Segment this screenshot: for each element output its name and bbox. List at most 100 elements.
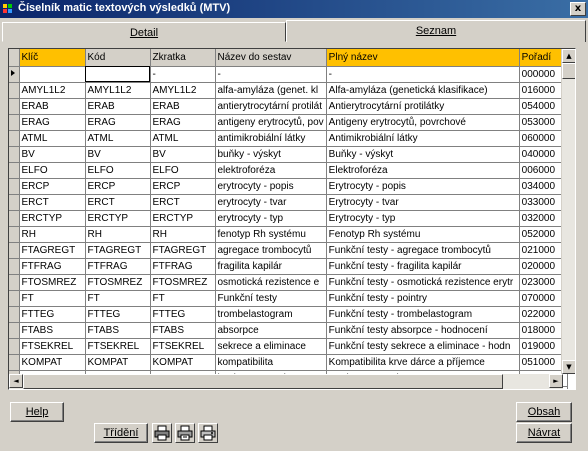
- cell[interactable]: FTOSMREZ: [19, 274, 86, 291]
- cell[interactable]: absorpce: [215, 322, 327, 339]
- table-row[interactable]: FT FT FT Funkční testy Funkční testy - point…: [9, 290, 568, 307]
- cell[interactable]: Elektroforéza: [326, 162, 520, 179]
- cell[interactable]: ERAB: [19, 98, 86, 115]
- cell[interactable]: [85, 66, 151, 83]
- cell[interactable]: ERAB: [85, 98, 151, 115]
- cell[interactable]: FTTEG: [85, 306, 151, 323]
- cell[interactable]: ERCTYP: [150, 210, 216, 227]
- cell[interactable]: ELFO: [85, 162, 151, 179]
- cell[interactable]: trombelastogram: [215, 306, 327, 323]
- cell[interactable]: antigeny erytrocytů, pov: [215, 114, 327, 131]
- cell[interactable]: ERCT: [19, 194, 86, 211]
- cell[interactable]: alfa-amyláza (genet. kl: [215, 82, 327, 99]
- table-row[interactable]: KOMPAT KOMPAT KOMPAT kompatibilita Kompatibi…: [9, 354, 568, 371]
- table-row[interactable]: ERAB ERAB ERAB antierytrocytární protilát An…: [9, 98, 568, 115]
- cell[interactable]: FT: [85, 290, 151, 307]
- cell[interactable]: 051000: [519, 354, 568, 371]
- cell[interactable]: FTFRAG: [150, 258, 216, 275]
- cell[interactable]: FTABS: [85, 322, 151, 339]
- cell[interactable]: 019000: [519, 338, 568, 355]
- cell[interactable]: Funkční testy - osmotická rezistence ery…: [326, 274, 520, 291]
- scroll-up-button[interactable]: ▲: [562, 49, 575, 63]
- cell[interactable]: Funkční testy - fragilita kapilár: [326, 258, 520, 275]
- cell[interactable]: -: [326, 66, 520, 83]
- cell[interactable]: FTAGREGT: [19, 242, 86, 259]
- cell[interactable]: FTSEKREL: [19, 338, 86, 355]
- cell[interactable]: erytrocyty - tvar: [215, 194, 327, 211]
- cell[interactable]: FTFRAG: [19, 258, 86, 275]
- cell[interactable]: RH: [85, 226, 151, 243]
- cell[interactable]: KOMPAT: [85, 354, 151, 371]
- cell[interactable]: -: [150, 66, 216, 83]
- scroll-left-button[interactable]: ◄: [9, 374, 23, 388]
- sort-button[interactable]: Třídění: [94, 423, 148, 443]
- vertical-scroll-thumb[interactable]: [562, 63, 575, 79]
- cell[interactable]: 022000: [519, 306, 568, 323]
- cell[interactable]: 060000: [519, 130, 568, 147]
- column-header-plny-nazev[interactable]: Plný název: [326, 49, 520, 67]
- cell[interactable]: ERCTYP: [85, 210, 151, 227]
- column-header-nazev[interactable]: Název do sestav: [215, 49, 327, 67]
- table-row[interactable]: FTTEG FTTEG FTTEG trombelastogram Funkční te…: [9, 306, 568, 323]
- cell[interactable]: -: [215, 66, 327, 83]
- cell[interactable]: FTFRAG: [85, 258, 151, 275]
- cell[interactable]: 021000: [519, 242, 568, 259]
- cell[interactable]: ATML: [85, 130, 151, 147]
- cell[interactable]: Buňky - výskyt: [326, 146, 520, 163]
- cell[interactable]: 054000: [519, 98, 568, 115]
- scroll-down-button[interactable]: ▼: [562, 360, 575, 374]
- table-row[interactable]: FTOSMREZ FTOSMREZ FTOSMREZ osmotická rezist…: [9, 274, 568, 291]
- cell[interactable]: sekrece a eliminace: [215, 338, 327, 355]
- cell[interactable]: ELFO: [19, 162, 86, 179]
- cell[interactable]: FTAGREGT: [85, 242, 151, 259]
- cell[interactable]: ERCTYP: [19, 210, 86, 227]
- cell[interactable]: FTTEG: [150, 306, 216, 323]
- cell[interactable]: ELFO: [150, 162, 216, 179]
- cell[interactable]: ERCT: [85, 194, 151, 211]
- help-button[interactable]: Help: [10, 402, 64, 422]
- cell[interactable]: ERCP: [19, 178, 86, 195]
- horizontal-scrollbar[interactable]: ◄ ►: [9, 374, 563, 389]
- table-row[interactable]: FTABS FTABS FTABS absorpce Funkční testy abs…: [9, 322, 568, 339]
- cell[interactable]: Funkční testy - agregace trombocytů: [326, 242, 520, 259]
- cell[interactable]: 033000: [519, 194, 568, 211]
- cell[interactable]: osmotická rezistence e: [215, 274, 327, 291]
- table-row[interactable]: RH RH RH fenotyp Rh systému Fenotyp Rh systé…: [9, 226, 568, 243]
- cell[interactable]: fragilita kapilár: [215, 258, 327, 275]
- cell[interactable]: BV: [150, 146, 216, 163]
- new-record-row[interactable]: - - - 000000: [9, 66, 568, 83]
- table-row[interactable]: ELFO ELFO ELFO elektroforéza Elektroforéza 00…: [9, 162, 568, 179]
- cell[interactable]: ERAG: [85, 114, 151, 131]
- cell[interactable]: antimikrobiální látky: [215, 130, 327, 147]
- cell[interactable]: KOMPAT: [19, 354, 86, 371]
- cell[interactable]: 052000: [519, 226, 568, 243]
- cell[interactable]: FT: [19, 290, 86, 307]
- table-row[interactable]: ERCP ERCP ERCP erytrocyty - popis Erytrocyty…: [9, 178, 568, 195]
- cell[interactable]: Funkční testy - pointry: [326, 290, 520, 307]
- cell[interactable]: FTABS: [150, 322, 216, 339]
- cell[interactable]: Funkční testy - trombelastogram: [326, 306, 520, 323]
- cell[interactable]: BV: [85, 146, 151, 163]
- cell[interactable]: 053000: [519, 114, 568, 131]
- cell[interactable]: Erytrocyty - tvar: [326, 194, 520, 211]
- column-header-klic[interactable]: Klíč: [19, 49, 86, 67]
- cell[interactable]: erytrocyty - popis: [215, 178, 327, 195]
- cell[interactable]: Alfa-amyláza (genetická klasifikace): [326, 82, 520, 99]
- cell[interactable]: Funkční testy absorpce - hodnocení: [326, 322, 520, 339]
- cell[interactable]: antierytrocytární protilát: [215, 98, 327, 115]
- cell[interactable]: 023000: [519, 274, 568, 291]
- tab-detail[interactable]: Detail: [2, 22, 286, 42]
- table-row[interactable]: FTSEKREL FTSEKREL FTSEKREL sekrece a elimin…: [9, 338, 568, 355]
- cell[interactable]: ATML: [150, 130, 216, 147]
- column-header-zkratka[interactable]: Zkratka: [150, 49, 216, 67]
- cell[interactable]: KOMPAT: [150, 354, 216, 371]
- cell[interactable]: AMYL1L2: [19, 82, 86, 99]
- cell[interactable]: Funkční testy sekrece a eliminace - hodn: [326, 338, 520, 355]
- cell[interactable]: 016000: [519, 82, 568, 99]
- table-row[interactable]: AMYL1L2 AMYL1L2 AMYL1L2 alfa-amyláza (genet…: [9, 82, 568, 99]
- cell[interactable]: RH: [150, 226, 216, 243]
- table-row[interactable]: FTFRAG FTFRAG FTFRAG fragilita kapilár Funkč…: [9, 258, 568, 275]
- cell[interactable]: Funkční testy: [215, 290, 327, 307]
- cell[interactable]: ERCT: [150, 194, 216, 211]
- table-row[interactable]: FTAGREGT FTAGREGT FTAGREGT agregace tromboc…: [9, 242, 568, 259]
